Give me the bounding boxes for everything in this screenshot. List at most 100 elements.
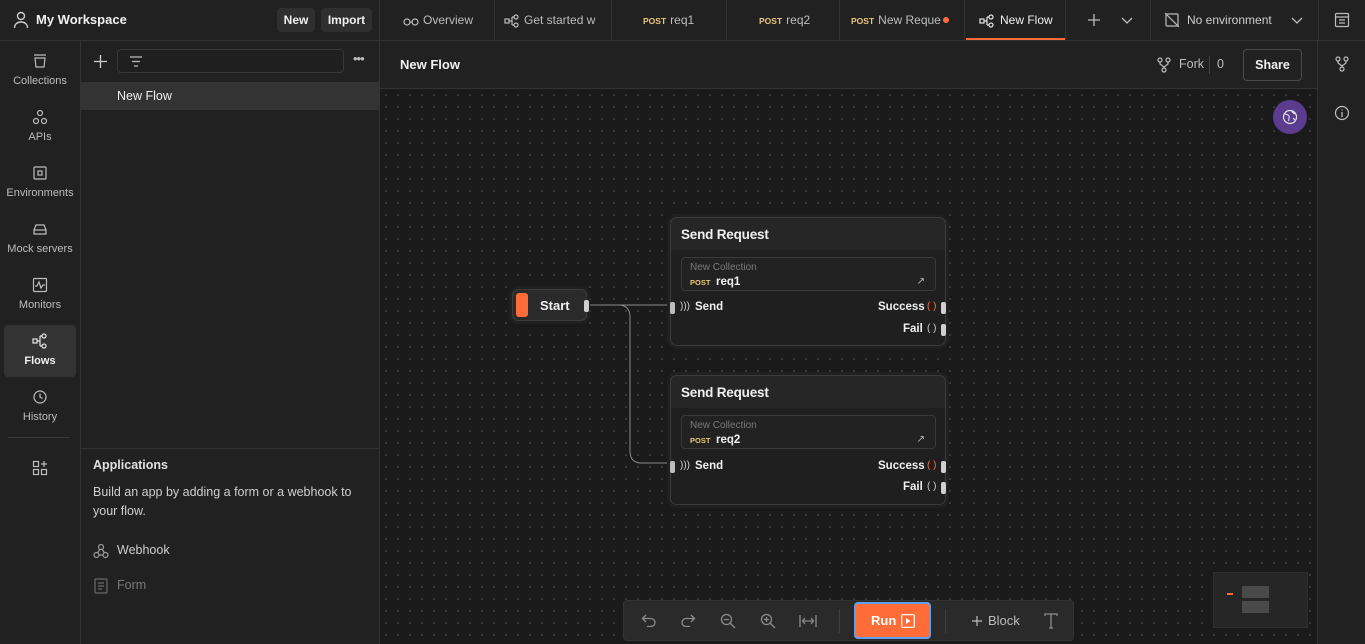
play-icon [901, 614, 915, 628]
success-port[interactable] [941, 302, 946, 314]
new-button[interactable]: New [277, 8, 315, 32]
webhook-label: Webhook [117, 543, 170, 557]
rail-item-mock-servers[interactable]: Mock servers [4, 213, 76, 265]
divider [1318, 0, 1319, 40]
minimap[interactable] [1213, 572, 1308, 628]
input-port[interactable] [670, 302, 675, 314]
tab-label: Get started w [524, 13, 596, 27]
undo-icon[interactable] [641, 613, 657, 627]
request-selector[interactable]: New Collection POST req1 ↗ [681, 257, 936, 291]
chevron-down-icon[interactable] [1121, 15, 1133, 25]
send-request-block-1[interactable]: Send Request New Collection POST req1 ↗ … [670, 217, 946, 346]
tab-label: New Flow [1000, 13, 1053, 27]
add-block-button[interactable]: Block [966, 601, 1026, 640]
search-input[interactable] [117, 49, 344, 73]
rail-item-environments[interactable]: Environments [4, 157, 76, 209]
run-button[interactable]: Run [854, 602, 931, 639]
environment-selector[interactable]: No environment [1151, 0, 1311, 40]
page-title[interactable]: New Flow [400, 57, 460, 72]
flows-icon [32, 333, 47, 349]
import-button[interactable]: Import [321, 8, 372, 32]
flow-icon [979, 14, 994, 28]
flow-icon [504, 14, 519, 28]
output-port[interactable] [584, 300, 589, 312]
collection-name: New Collection [690, 420, 757, 431]
applications-description: Build an app by adding a form or a webho… [93, 485, 352, 518]
tab-label: Overview [423, 13, 474, 27]
minimap-block [1242, 586, 1269, 598]
add-icon[interactable] [94, 55, 107, 68]
zoom-in-icon[interactable] [760, 613, 776, 629]
run-label: Run [871, 613, 897, 628]
rail-label: Environments [6, 187, 74, 199]
success-port[interactable] [941, 461, 946, 473]
input-port[interactable] [670, 461, 675, 473]
fork-button[interactable]: Fork [1155, 55, 1220, 75]
start-node[interactable]: Start [512, 289, 589, 321]
tab-new-flow[interactable]: New Flow [966, 0, 1065, 40]
request-name: req2 [716, 434, 741, 446]
tab-req1[interactable]: POST req1 [612, 0, 727, 40]
divider [1065, 0, 1066, 40]
flows-sidebar: ••• New Flow Applications Build an app b… [81, 41, 380, 644]
request-selector[interactable]: New Collection POST req2 ↗ [681, 415, 936, 449]
tab-req2[interactable]: POST req2 [727, 0, 840, 40]
tab-label: req1 [670, 13, 695, 27]
collection-name: New Collection [690, 262, 757, 273]
tab-get-started[interactable]: Get started w [495, 0, 612, 40]
unsaved-dot [943, 17, 949, 23]
success-label: Success [878, 460, 925, 472]
top-bar: My Workspace New Import Overview Get sta… [0, 0, 1365, 41]
share-button[interactable]: Share [1243, 49, 1302, 81]
new-tab-plus-icon[interactable] [1087, 13, 1101, 27]
rail-item-history[interactable]: History [4, 381, 76, 433]
form-option[interactable]: Form [93, 576, 293, 596]
divider [945, 609, 946, 633]
list-item[interactable]: New Flow [81, 82, 379, 110]
workspace-header: My Workspace New Import [0, 0, 380, 40]
fork-icon[interactable] [1335, 56, 1349, 72]
fit-view-icon[interactable] [799, 613, 817, 629]
fail-port[interactable] [941, 324, 946, 336]
request-name: req1 [716, 276, 741, 288]
info-icon[interactable] [1334, 105, 1350, 121]
environment-label: No environment [1187, 13, 1272, 27]
send-request-block-2[interactable]: Send Request New Collection POST req2 ↗ … [670, 375, 946, 505]
divider [1209, 56, 1210, 74]
redo-icon[interactable] [680, 613, 696, 627]
mock-servers-icon [33, 224, 47, 235]
rail-item-collections[interactable]: Collections [4, 45, 76, 97]
webhook-option[interactable]: Webhook [93, 541, 293, 561]
minimap-start-node [1227, 593, 1233, 595]
rail-label: APIs [28, 131, 52, 143]
open-external-icon[interactable]: ↗ [917, 434, 925, 445]
fail-label: Fail [903, 323, 923, 335]
success-label: Success [878, 301, 925, 313]
tab-overview[interactable]: Overview [381, 0, 495, 40]
success-indicator-icon: ( ) [927, 301, 937, 312]
more-options-icon[interactable]: ••• [353, 51, 365, 66]
fail-indicator-icon: ( ) [927, 481, 937, 492]
environment-quick-look-icon[interactable] [1334, 12, 1350, 28]
workspace-name[interactable]: My Workspace [36, 12, 127, 27]
webhook-icon [93, 543, 109, 559]
method-badge: POST [690, 436, 711, 445]
filter-icon[interactable] [129, 56, 143, 67]
rail-label: Collections [13, 75, 67, 87]
zoom-out-icon[interactable] [720, 613, 736, 629]
send-icon: ))) [680, 301, 690, 312]
no-environment-icon [1164, 12, 1180, 28]
chevron-down-icon [1291, 17, 1303, 24]
input-label: Send [695, 301, 724, 313]
environments-icon [33, 166, 47, 180]
fail-port[interactable] [941, 482, 946, 494]
configure-sidebar-icon[interactable] [32, 460, 48, 476]
open-external-icon[interactable]: ↗ [917, 276, 925, 287]
tab-new-request[interactable]: POST New Reque [840, 0, 965, 40]
method-badge: POST [690, 278, 711, 287]
rail-item-monitors[interactable]: Monitors [4, 269, 76, 321]
rail-item-flows[interactable]: Flows [4, 325, 76, 377]
text-tool-icon[interactable] [1044, 613, 1058, 629]
flow-canvas[interactable]: Start Send Request New Collection POST r… [380, 89, 1317, 644]
rail-item-apis[interactable]: APIs [4, 101, 76, 153]
